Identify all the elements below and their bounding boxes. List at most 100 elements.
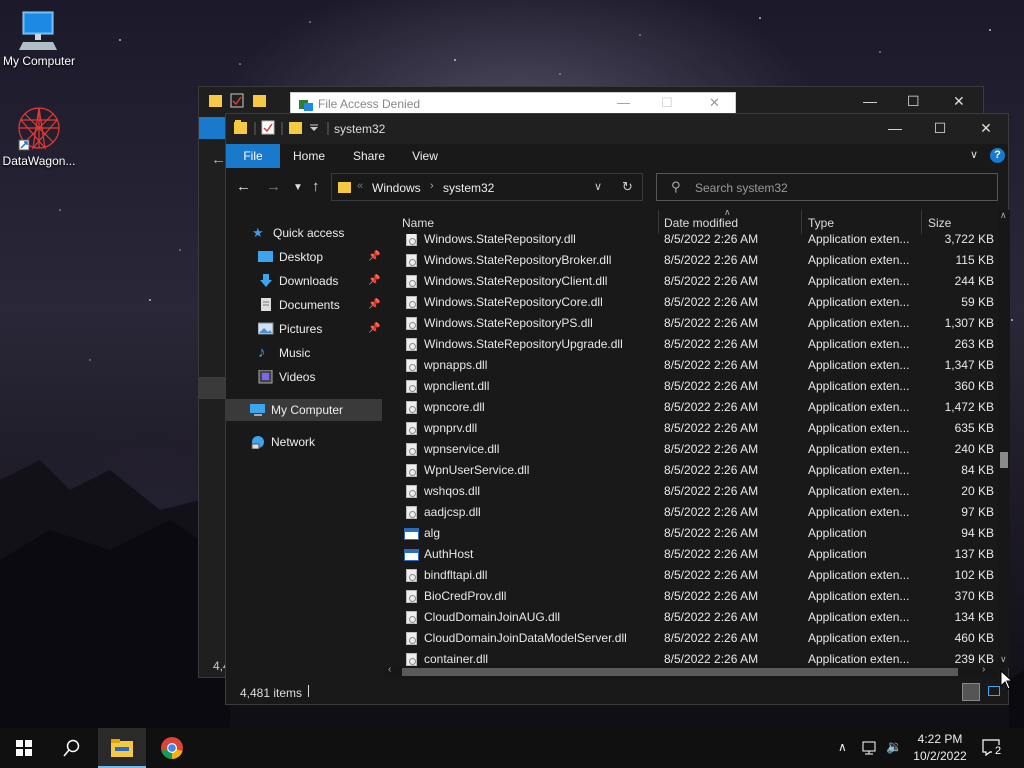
file-size: 360 KB xyxy=(954,379,994,393)
pin-icon[interactable]: 📌 xyxy=(368,275,380,286)
horizontal-scrollbar[interactable]: ‹ › xyxy=(384,664,998,678)
minimize-button[interactable]: — xyxy=(872,118,918,140)
column-header-size[interactable]: Size xyxy=(928,216,951,230)
explorer-window[interactable]: system32 — ☐ ✕ File Home Share View ∨ ? … xyxy=(225,113,1010,705)
vertical-scroll-thumb[interactable] xyxy=(1000,452,1008,468)
column-separator[interactable] xyxy=(658,210,659,234)
star-icon: ★ xyxy=(252,225,264,240)
action-center-button[interactable]: 2 xyxy=(978,728,1014,768)
mouse-cursor-icon xyxy=(1000,670,1014,690)
table-row[interactable]: wpnservice.dll 8/5/2022 2:26 AM Applicatio… xyxy=(384,439,998,460)
refresh-icon[interactable]: ↻ xyxy=(622,179,633,195)
table-row[interactable]: bindfltapi.dll 8/5/2022 2:26 AM Applicatio… xyxy=(384,565,998,586)
file-name: wpnprv.dll xyxy=(424,421,478,435)
column-separator[interactable] xyxy=(921,210,922,234)
taskbar-chrome[interactable] xyxy=(148,728,196,768)
clock[interactable]: 4:22 PM 10/2/2022 xyxy=(910,728,970,768)
dll-file-icon xyxy=(406,401,417,414)
file-name: Windows.StateRepositoryBroker.dll xyxy=(424,253,612,267)
ribbon-tab-share[interactable]: Share xyxy=(346,144,392,168)
table-row[interactable]: Windows.StateRepositoryBroker.dll 8/5/202… xyxy=(384,250,998,271)
scroll-down-arrow-icon[interactable]: ∨ xyxy=(1000,654,1007,665)
pin-icon[interactable]: 📌 xyxy=(368,323,380,334)
ribbon-tab-home[interactable]: Home xyxy=(288,144,330,168)
file-access-denied-dialog[interactable]: File Access Denied — ☐ ✕ xyxy=(290,92,736,114)
search-input[interactable] xyxy=(695,179,985,196)
network-icon[interactable] xyxy=(862,740,880,768)
back-icon[interactable]: ← xyxy=(211,151,226,168)
scroll-up-arrow-icon[interactable]: ∧ xyxy=(1000,210,1007,221)
title-bar[interactable]: system32 — ☐ ✕ xyxy=(226,114,1008,144)
table-row[interactable]: Windows.StateRepositoryUpgrade.dll 8/5/20… xyxy=(384,334,998,355)
start-button[interactable] xyxy=(0,728,48,768)
table-row[interactable]: wpnprv.dll 8/5/2022 2:26 AM Application ex… xyxy=(384,418,998,439)
table-row[interactable]: Windows.StateRepositoryCore.dll 8/5/2022 … xyxy=(384,292,998,313)
help-icon[interactable]: ? xyxy=(990,148,1005,163)
file-list[interactable]: Windows.StateRepository.dll 8/5/2022 2:26… xyxy=(384,210,998,672)
table-row[interactable]: Windows.StateRepositoryPS.dll 8/5/2022 2:… xyxy=(384,313,998,334)
table-row[interactable]: BioCredProv.dll 8/5/2022 2:26 AM Applicati… xyxy=(384,586,998,607)
large-icons-view-icon[interactable] xyxy=(988,686,1000,696)
file-size: 102 KB xyxy=(954,568,994,582)
quick-access-toolbar-icon[interactable] xyxy=(234,120,334,138)
table-row[interactable]: AuthHost 8/5/2022 2:26 AM Application 137 K… xyxy=(384,544,998,565)
breadcrumb-windows[interactable]: Windows xyxy=(372,181,421,195)
close-button[interactable]: ✕ xyxy=(953,93,965,110)
breadcrumb-system32[interactable]: system32 xyxy=(443,181,494,195)
volume-icon[interactable]: 🔉 xyxy=(886,739,902,768)
dll-file-icon xyxy=(406,296,417,309)
show-hidden-icons-chevron-icon[interactable]: ∧ xyxy=(838,740,847,768)
column-separator[interactable] xyxy=(801,210,802,234)
search-box[interactable]: ⚲ xyxy=(656,173,998,201)
file-date-modified: 8/5/2022 2:26 AM xyxy=(664,610,759,624)
taskbar-file-explorer[interactable] xyxy=(98,728,146,768)
windows-logo-icon xyxy=(16,740,32,756)
address-bar[interactable]: « Windows › system32 ∨ ↻ xyxy=(331,173,643,201)
scroll-left-arrow-icon[interactable]: ‹ xyxy=(388,664,391,675)
dll-file-icon xyxy=(406,338,417,351)
dll-file-icon xyxy=(406,590,417,603)
column-header-date[interactable]: Date modified xyxy=(664,216,738,230)
maximize-button[interactable]: ☐ xyxy=(917,118,963,140)
dialog-maximize-button[interactable]: ☐ xyxy=(661,95,673,111)
up-button[interactable]: ↑ xyxy=(312,178,320,195)
breadcrumb-overflow-icon[interactable]: « xyxy=(357,180,363,192)
pin-icon[interactable]: 📌 xyxy=(368,299,380,310)
table-row[interactable]: CloudDomainJoinAUG.dll 8/5/2022 2:26 AM Ap… xyxy=(384,607,998,628)
table-row[interactable]: CloudDomainJoinDataModelServer.dll 8/5/20… xyxy=(384,628,998,649)
search-button[interactable] xyxy=(48,728,96,768)
scroll-right-arrow-icon[interactable]: › xyxy=(982,664,985,675)
ribbon-expand-chevron-icon[interactable]: ∨ xyxy=(970,148,978,161)
table-row[interactable]: alg 8/5/2022 2:26 AM Application 94 KB xyxy=(384,523,998,544)
dialog-minimize-button[interactable]: — xyxy=(617,95,630,110)
minimize-button[interactable]: — xyxy=(863,93,877,109)
forward-button[interactable]: → xyxy=(266,178,281,195)
close-button[interactable]: ✕ xyxy=(963,118,1009,140)
column-header-name[interactable]: Name xyxy=(402,216,434,230)
desktop-icon-my-computer[interactable]: My Computer xyxy=(0,10,78,68)
table-row[interactable]: aadjcsp.dll 8/5/2022 2:26 AM Application e… xyxy=(384,502,998,523)
file-type: Application exten... xyxy=(808,589,910,603)
back-button[interactable]: ← xyxy=(236,178,251,195)
desktop-icon-datawagon[interactable]: DataWagon... xyxy=(0,104,78,168)
table-row[interactable]: wpnclient.dll 8/5/2022 2:26 AM Application… xyxy=(384,376,998,397)
table-row[interactable]: wpncore.dll 8/5/2022 2:26 AM Application e… xyxy=(384,397,998,418)
ribbon-tab-view[interactable]: View xyxy=(406,144,444,168)
dll-file-icon xyxy=(406,422,417,435)
vertical-scrollbar[interactable]: ∧ ∨ xyxy=(998,210,1010,668)
horizontal-scroll-thumb[interactable] xyxy=(402,668,958,676)
file-name: aadjcsp.dll xyxy=(424,505,481,519)
address-dropdown-chevron-icon[interactable]: ∨ xyxy=(594,180,602,193)
table-row[interactable]: wshqos.dll 8/5/2022 2:26 AM Application ex… xyxy=(384,481,998,502)
maximize-button[interactable]: ☐ xyxy=(907,93,920,110)
table-row[interactable]: Windows.StateRepositoryClient.dll 8/5/202… xyxy=(384,271,998,292)
recent-locations-chevron-icon[interactable]: ▼ xyxy=(293,182,303,193)
dialog-close-button[interactable]: ✕ xyxy=(709,95,720,111)
ribbon-file-tab[interactable] xyxy=(199,117,227,139)
ribbon-tab-file[interactable]: File xyxy=(226,144,280,168)
table-row[interactable]: wpnapps.dll 8/5/2022 2:26 AM Application e… xyxy=(384,355,998,376)
table-row[interactable]: WpnUserService.dll 8/5/2022 2:26 AM Applic… xyxy=(384,460,998,481)
column-header-type[interactable]: Type xyxy=(808,216,834,230)
pin-icon[interactable]: 📌 xyxy=(368,251,380,262)
details-view-icon[interactable] xyxy=(962,683,980,701)
